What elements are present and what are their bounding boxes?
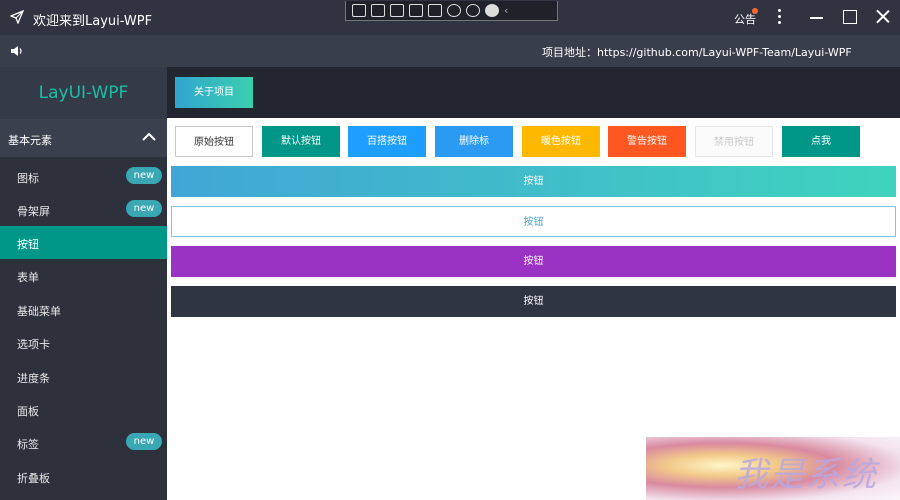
info-bar: 项目地址：https://github.com/Layui-WPF-Team/L… [0, 35, 900, 67]
warm-button[interactable]: 暖色按钮 [522, 126, 600, 157]
sidebar-item-label: 折叠板 [17, 472, 50, 485]
original-button[interactable]: 原始按钮 [175, 126, 253, 157]
more-icon[interactable] [776, 8, 782, 26]
menu-group-basic[interactable]: 基本元素 [0, 119, 167, 157]
sidebar-item-progress[interactable]: 进度条 [0, 360, 167, 393]
chevron-left-icon[interactable]: ‹ [504, 4, 512, 17]
danger-button[interactable]: 警告按钮 [608, 126, 686, 157]
sidebar-item-label: 选项卡 [17, 338, 50, 351]
sidebar-item-label: 表单 [17, 271, 39, 284]
window-title: 欢迎来到Layui-WPF [33, 14, 153, 29]
normal-button[interactable]: 百搭按钮 [348, 126, 426, 157]
sidebar-item-tabs[interactable]: 选项卡 [0, 326, 167, 359]
sidebar-item-label: 按钮 [17, 238, 39, 251]
app-logo: LayUI-WPF [0, 67, 167, 119]
new-badge: new [126, 433, 162, 450]
notice-dot-icon [752, 8, 758, 14]
close-button[interactable] [876, 10, 890, 24]
select-element-icon[interactable] [352, 4, 366, 17]
menu-group-label: 基本元素 [8, 134, 52, 147]
sidebar-item-form[interactable]: 表单 [0, 259, 167, 292]
speaker-icon[interactable] [10, 44, 24, 58]
sidebar-item-label: 基础菜单 [17, 305, 61, 318]
sidebar-item-tag[interactable]: 标签 new [0, 426, 167, 459]
sidebar-item-label: 标签 [17, 438, 39, 451]
minimize-button[interactable] [810, 10, 824, 24]
default-button[interactable]: 默认按钮 [262, 126, 340, 157]
bounding-box-icon[interactable] [409, 4, 423, 17]
outline-wide-button[interactable]: 按钮 [171, 206, 896, 237]
sidebar-item-basic-menu[interactable]: 基础菜单 [0, 293, 167, 326]
sidebar-item-label: 图标 [17, 172, 39, 185]
chevron-up-icon [142, 132, 156, 141]
sidebar-item-button[interactable]: 按钮 [0, 226, 167, 259]
pointer-icon[interactable] [390, 4, 404, 17]
send-icon [10, 10, 24, 24]
dark-wide-button[interactable]: 按钮 [171, 286, 896, 317]
sidebar: LayUI-WPF 基本元素 图标 new 骨架屏 new 按钮 表单 基础菜单… [0, 67, 167, 500]
debug-toolbar: ‹ [345, 1, 558, 21]
display-layout-icon[interactable] [371, 4, 385, 17]
new-badge: new [126, 200, 162, 217]
maximize-button[interactable] [843, 10, 857, 24]
sidebar-item-label: 面板 [17, 405, 39, 418]
project-address[interactable]: 项目地址：https://github.com/Layui-WPF-Team/L… [542, 44, 852, 60]
binding-icon[interactable] [447, 4, 461, 17]
click-me-button[interactable]: 点我 [782, 126, 860, 157]
watermark-image: 我是系统 [646, 437, 900, 500]
content-header: 关于项目 [167, 67, 900, 118]
purple-wide-button[interactable]: 按钮 [171, 246, 896, 277]
gradient-wide-button[interactable]: 按钮 [171, 166, 896, 197]
about-project-button[interactable]: 关于项目 [175, 77, 253, 108]
title-bar: 欢迎来到Layui-WPF ‹ 公告 [0, 0, 900, 35]
disabled-button: 禁用按钮 [695, 126, 773, 157]
sidebar-item-panel[interactable]: 面板 [0, 393, 167, 426]
check-icon[interactable] [485, 4, 499, 17]
track-focus-icon[interactable] [428, 4, 442, 17]
sidebar-item-collapse[interactable]: 折叠板 [0, 460, 167, 493]
sidebar-item-label: 进度条 [17, 372, 50, 385]
blue-button[interactable]: 删除标 [435, 126, 513, 157]
sidebar-item-icon[interactable]: 图标 new [0, 160, 167, 193]
sidebar-item-skeleton[interactable]: 骨架屏 new [0, 193, 167, 226]
sidebar-item-label: 骨架屏 [17, 205, 50, 218]
accessibility-icon[interactable] [466, 4, 480, 17]
new-badge: new [126, 167, 162, 184]
watermark-text: 我是系统 [734, 455, 878, 495]
